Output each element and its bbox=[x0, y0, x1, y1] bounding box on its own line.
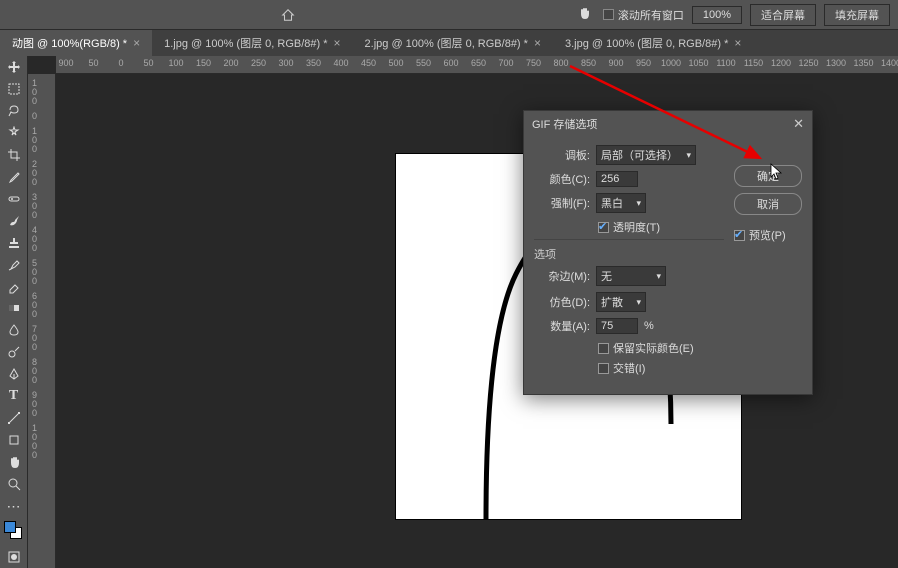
gradient-tool-icon[interactable] bbox=[2, 298, 26, 318]
tab-doc-1[interactable]: 1.jpg @ 100% (图层 0, RGB/8#) * × bbox=[152, 30, 352, 56]
palette-label: 调板: bbox=[534, 147, 590, 163]
colors-input[interactable]: 256 bbox=[596, 171, 638, 187]
gif-save-options-dialog: GIF 存储选项 ✕ 调板: 局部（可选择）▾ 颜色(C): 256 强制(F)… bbox=[523, 110, 813, 395]
history-brush-tool-icon[interactable] bbox=[2, 255, 26, 275]
close-icon[interactable]: × bbox=[734, 36, 741, 50]
hand-icon[interactable] bbox=[577, 6, 595, 24]
transparency-checkbox[interactable]: 透明度(T) bbox=[598, 219, 724, 235]
amount-input[interactable]: 75 bbox=[596, 318, 638, 334]
quickmask-icon[interactable] bbox=[2, 547, 26, 567]
brush-tool-icon[interactable] bbox=[2, 211, 26, 231]
tab-label: 3.jpg @ 100% (图层 0, RGB/8#) * bbox=[565, 35, 728, 51]
tab-doc-3[interactable]: 3.jpg @ 100% (图层 0, RGB/8#) * × bbox=[553, 30, 753, 56]
zoom-tool-icon[interactable] bbox=[2, 474, 26, 494]
stamp-tool-icon[interactable] bbox=[2, 233, 26, 253]
pen-tool-icon[interactable] bbox=[2, 364, 26, 384]
matte-select[interactable]: 无▾ bbox=[596, 266, 666, 286]
dialog-titlebar[interactable]: GIF 存储选项 ✕ bbox=[524, 111, 812, 137]
options-bar: 滚动所有窗口 100% 适合屏幕 填充屏幕 bbox=[0, 0, 898, 30]
chevron-down-icon: ▾ bbox=[686, 150, 691, 161]
hand-tool-icon[interactable] bbox=[2, 452, 26, 472]
healing-tool-icon[interactable] bbox=[2, 189, 26, 209]
document-tabs: 动图 @ 100%(RGB/8) * × 1.jpg @ 100% (图层 0,… bbox=[0, 30, 898, 56]
tab-label: 2.jpg @ 100% (图层 0, RGB/8#) * bbox=[365, 35, 528, 51]
shape-tool-icon[interactable] bbox=[2, 430, 26, 450]
foreground-color-swatch[interactable] bbox=[4, 521, 16, 533]
tab-doc-0[interactable]: 动图 @ 100%(RGB/8) * × bbox=[0, 30, 152, 56]
scroll-all-label: 滚动所有窗口 bbox=[618, 7, 684, 23]
close-icon[interactable]: × bbox=[133, 36, 140, 50]
eyedropper-tool-icon[interactable] bbox=[2, 167, 26, 187]
blur-tool-icon[interactable] bbox=[2, 320, 26, 340]
close-icon[interactable]: × bbox=[334, 36, 341, 50]
chevron-down-icon: ▾ bbox=[656, 271, 661, 282]
marquee-tool-icon[interactable] bbox=[2, 79, 26, 99]
matte-label: 杂边(M): bbox=[534, 268, 590, 284]
interlace-checkbox[interactable]: 交错(I) bbox=[598, 360, 724, 376]
preserve-label: 保留实际颜色(E) bbox=[613, 340, 694, 356]
close-icon[interactable]: ✕ bbox=[793, 116, 804, 132]
preserve-colors-checkbox[interactable]: 保留实际颜色(E) bbox=[598, 340, 724, 356]
tab-label: 动图 @ 100%(RGB/8) * bbox=[12, 35, 127, 51]
tools-panel: T ⋯ bbox=[0, 56, 28, 568]
ok-button[interactable]: 确定 bbox=[734, 165, 802, 187]
dither-select[interactable]: 扩散▾ bbox=[596, 292, 646, 312]
type-tool-icon[interactable]: T bbox=[2, 386, 26, 406]
fill-screen-button[interactable]: 填充屏幕 bbox=[824, 4, 890, 26]
close-icon[interactable]: × bbox=[534, 36, 541, 50]
forced-label: 强制(F): bbox=[534, 195, 590, 211]
path-tool-icon[interactable] bbox=[2, 408, 26, 428]
dither-label: 仿色(D): bbox=[534, 294, 590, 310]
interlace-label: 交错(I) bbox=[613, 360, 645, 376]
amount-label: 数量(A): bbox=[534, 318, 590, 334]
home-icon[interactable] bbox=[280, 5, 296, 25]
preview-checkbox[interactable]: 预览(P) bbox=[734, 227, 802, 243]
dodge-tool-icon[interactable] bbox=[2, 342, 26, 362]
move-tool-icon[interactable] bbox=[2, 57, 26, 77]
horizontal-ruler: 9005005010015020025030035040045050055060… bbox=[56, 56, 898, 74]
vertical-ruler: 10001002003004005006007008009001000 bbox=[28, 74, 56, 568]
options-section-label: 选项 bbox=[534, 239, 724, 262]
eraser-tool-icon[interactable] bbox=[2, 277, 26, 297]
edit-toolbar-icon[interactable]: ⋯ bbox=[2, 496, 26, 516]
tab-doc-2[interactable]: 2.jpg @ 100% (图层 0, RGB/8#) * × bbox=[353, 30, 553, 56]
fit-screen-button[interactable]: 适合屏幕 bbox=[750, 4, 816, 26]
crop-tool-icon[interactable] bbox=[2, 145, 26, 165]
chevron-down-icon: ▾ bbox=[636, 198, 641, 209]
zoom-button[interactable]: 100% bbox=[692, 6, 742, 24]
palette-select[interactable]: 局部（可选择）▾ bbox=[596, 145, 696, 165]
scroll-all-checkbox[interactable]: 滚动所有窗口 bbox=[603, 7, 684, 23]
lasso-tool-icon[interactable] bbox=[2, 101, 26, 121]
amount-unit: % bbox=[644, 320, 654, 332]
color-swatches[interactable] bbox=[4, 521, 24, 541]
wand-tool-icon[interactable] bbox=[2, 123, 26, 143]
forced-select[interactable]: 黑白▾ bbox=[596, 193, 646, 213]
transparency-label: 透明度(T) bbox=[613, 219, 660, 235]
dialog-title: GIF 存储选项 bbox=[532, 116, 597, 132]
tab-label: 1.jpg @ 100% (图层 0, RGB/8#) * bbox=[164, 35, 327, 51]
chevron-down-icon: ▾ bbox=[636, 297, 641, 308]
preview-label: 预览(P) bbox=[749, 227, 786, 243]
cancel-button[interactable]: 取消 bbox=[734, 193, 802, 215]
colors-label: 颜色(C): bbox=[534, 171, 590, 187]
